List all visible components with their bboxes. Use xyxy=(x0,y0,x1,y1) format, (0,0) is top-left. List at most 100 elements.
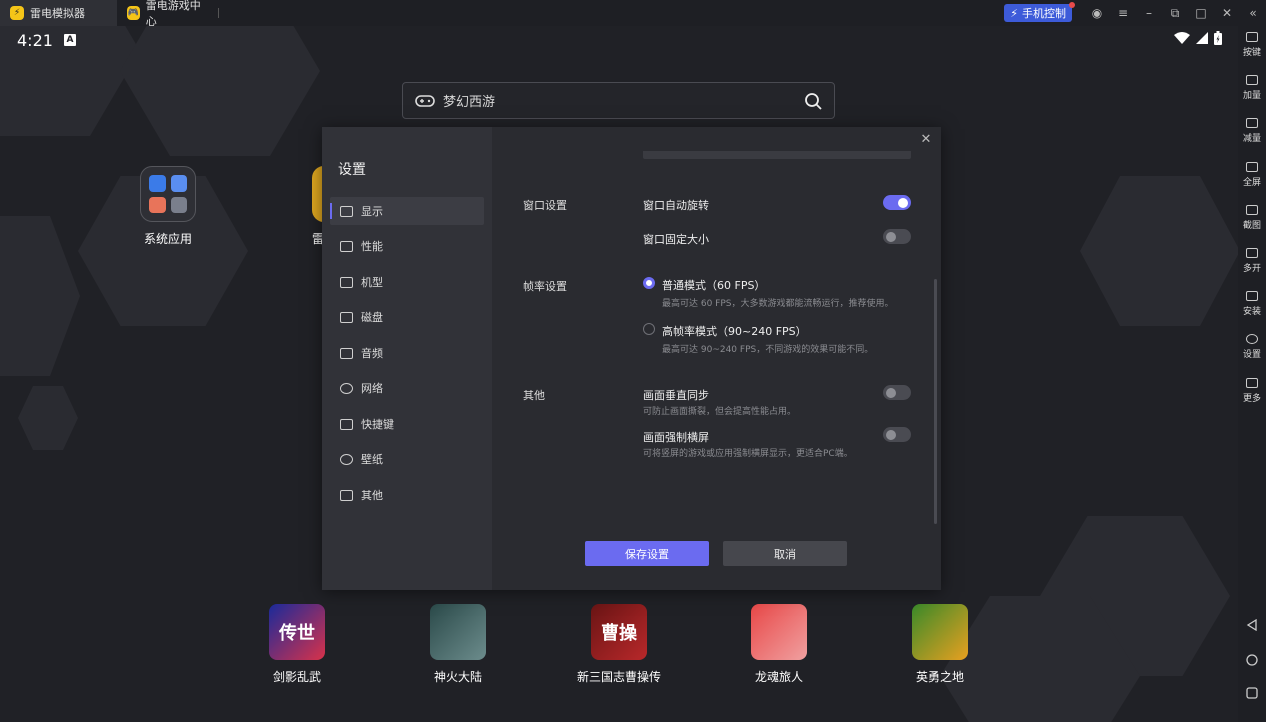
app-label: 新三国志曹操传 xyxy=(576,670,661,684)
right-toolbar: 按键 加量 减量 全屏 截图 多开 安装 设置 更多 xyxy=(1238,26,1266,722)
nav-label: 快捷键 xyxy=(361,418,394,431)
fixed-size-label: 窗口固定大小 xyxy=(643,233,709,246)
nav-item-network[interactable]: 网络 xyxy=(330,374,484,402)
normal-mode-label: 普通模式（60 FPS） xyxy=(662,279,766,292)
dialog-title: 设置 xyxy=(338,162,366,178)
toolbar-label: 全屏 xyxy=(1242,178,1261,188)
audio-icon xyxy=(340,347,353,359)
toolbar-more[interactable]: 更多 xyxy=(1238,378,1266,404)
toolbar-volume-up[interactable]: 加量 xyxy=(1238,75,1266,101)
toolbar-label: 更多 xyxy=(1242,394,1261,404)
bg-hexagon xyxy=(0,216,80,376)
maximize-icon[interactable]: □ xyxy=(1188,0,1214,26)
system-apps-folder[interactable]: 系统应用 xyxy=(130,166,206,247)
app-icon: 曹操 xyxy=(591,604,647,660)
gear-icon xyxy=(1246,334,1258,344)
nav-label: 机型 xyxy=(361,276,383,289)
toolbar-screenshot[interactable]: 截图 xyxy=(1238,205,1266,231)
tab-label: 雷电游戏中心 xyxy=(145,0,201,28)
close-icon[interactable]: ✕ xyxy=(1214,0,1240,26)
app-label: 龙魂旅人 xyxy=(754,670,803,684)
toolbar-keymap[interactable]: 按键 xyxy=(1238,32,1266,58)
bg-hexagon xyxy=(1080,176,1238,326)
back-icon[interactable] xyxy=(1246,619,1258,631)
normal-mode-desc: 最高可达 60 FPS，大多数游戏都能流畅运行，推荐使用。 xyxy=(662,299,894,309)
collapse-sidebar-icon[interactable]: « xyxy=(1240,0,1266,26)
save-settings-button[interactable]: 保存设置 xyxy=(585,541,709,566)
nav-label: 音频 xyxy=(361,347,383,360)
toolbar-label: 多开 xyxy=(1242,264,1261,274)
phone-model-icon xyxy=(340,276,353,288)
app-longhun-lvren[interactable]: 龙魂旅人 xyxy=(729,604,829,685)
auto-rotate-label: 窗口自动旋转 xyxy=(643,199,709,212)
force-landscape-toggle[interactable] xyxy=(883,427,911,442)
window-settings-label: 窗口设置 xyxy=(523,199,567,212)
menu-icon[interactable]: ≡ xyxy=(1110,0,1136,26)
app-yingyong-zhidi[interactable]: 英勇之地 xyxy=(890,604,990,685)
toolbar-label: 设置 xyxy=(1242,350,1261,360)
app-icon xyxy=(312,166,322,222)
phone-control-button[interactable]: ⚡ 手机控制 xyxy=(1004,2,1075,22)
fixed-size-toggle[interactable] xyxy=(883,229,911,244)
toolbar-multi-instance[interactable]: 多开 xyxy=(1238,248,1266,274)
nav-item-display[interactable]: 显示 xyxy=(330,197,484,225)
game-center-logo-icon: 🎮 xyxy=(127,6,140,20)
app-label: 雷 xyxy=(312,232,322,246)
normal-mode-radio[interactable] xyxy=(643,277,655,289)
tab-leidian-emulator[interactable]: ⚡ 雷电模拟器 xyxy=(0,0,117,26)
multi-instance-icon xyxy=(1246,248,1258,258)
cancel-button[interactable]: 取消 xyxy=(723,541,847,566)
nav-item-model[interactable]: 机型 xyxy=(330,268,484,296)
more-icon xyxy=(1246,378,1258,388)
high-fps-label: 高帧率模式（90~240 FPS） xyxy=(662,325,807,338)
auto-rotate-toggle[interactable] xyxy=(883,195,911,210)
app-xin-sanguozhi[interactable]: 曹操 新三国志曹操传 xyxy=(569,604,669,685)
app-icon xyxy=(912,604,968,660)
apk-install-icon xyxy=(1246,291,1258,301)
home-icon[interactable] xyxy=(1246,654,1258,666)
nav-item-audio[interactable]: 音频 xyxy=(330,339,484,367)
bg-hexagon xyxy=(18,386,78,450)
nav-item-disk[interactable]: 磁盘 xyxy=(330,303,484,331)
high-fps-radio[interactable] xyxy=(643,323,655,335)
globe-icon xyxy=(340,382,353,394)
app-label: 剑影乱武 xyxy=(272,670,321,684)
fps-settings-label: 帧率设置 xyxy=(523,280,567,293)
toolbar-fullscreen[interactable]: 全屏 xyxy=(1238,162,1266,188)
leidian-logo-icon: ⚡ xyxy=(10,6,24,20)
performance-icon xyxy=(340,240,353,252)
tab-game-center[interactable]: 🎮 雷电游戏中心 xyxy=(117,0,229,28)
nav-label: 性能 xyxy=(361,240,383,253)
vsync-toggle[interactable] xyxy=(883,385,911,400)
toolbar-label: 截图 xyxy=(1242,221,1261,231)
fullscreen-icon xyxy=(1246,162,1258,172)
phone-control-label: 手机控制 xyxy=(1022,7,1066,20)
scissors-icon xyxy=(1246,205,1258,215)
force-landscape-desc: 可将竖屏的游戏或应用强制横屏显示，更适合PC端。 xyxy=(643,449,853,459)
keyboard-icon xyxy=(340,418,353,430)
user-icon[interactable]: ◉ xyxy=(1084,0,1110,26)
toolbar-volume-down[interactable]: 减量 xyxy=(1238,118,1266,144)
restore-icon[interactable]: ⧉ xyxy=(1162,0,1188,26)
title-bar-controls: ⚡ 手机控制 ◉ ≡ – ⧉ □ ✕ « xyxy=(1004,0,1266,26)
app-shenhuo-dalu[interactable]: 神火大陆 xyxy=(408,604,508,685)
nav-item-shortcuts[interactable]: 快捷键 xyxy=(330,410,484,438)
partially-hidden-app[interactable]: 雷 xyxy=(312,166,322,246)
volume-down-icon xyxy=(1246,118,1258,128)
app-jianying-luanwu[interactable]: 传世 剑影乱武 xyxy=(247,604,347,685)
search-icon[interactable] xyxy=(804,92,822,110)
recent-apps-icon[interactable] xyxy=(1246,687,1258,699)
nav-item-other[interactable]: 其他 xyxy=(330,481,484,509)
dialog-close-icon[interactable]: ✕ xyxy=(919,133,933,147)
nav-item-wallpaper[interactable]: 壁纸 xyxy=(330,445,484,473)
vsync-label: 画面垂直同步 xyxy=(643,389,709,402)
search-bar[interactable]: 梦幻西游 xyxy=(402,82,835,119)
toolbar-settings[interactable]: 设置 xyxy=(1238,334,1266,360)
settings-mini-icon xyxy=(149,175,166,192)
settings-dialog: 设置 显示 性能 机型 磁盘 音频 网络 快捷键 壁纸 其他 窗口设置 窗口自动… xyxy=(322,127,941,590)
nav-item-performance[interactable]: 性能 xyxy=(330,232,484,260)
toolbar-install[interactable]: 安装 xyxy=(1238,291,1266,317)
nav-label: 显示 xyxy=(361,205,383,218)
minimize-icon[interactable]: – xyxy=(1136,0,1162,26)
scrollbar[interactable] xyxy=(934,279,937,524)
